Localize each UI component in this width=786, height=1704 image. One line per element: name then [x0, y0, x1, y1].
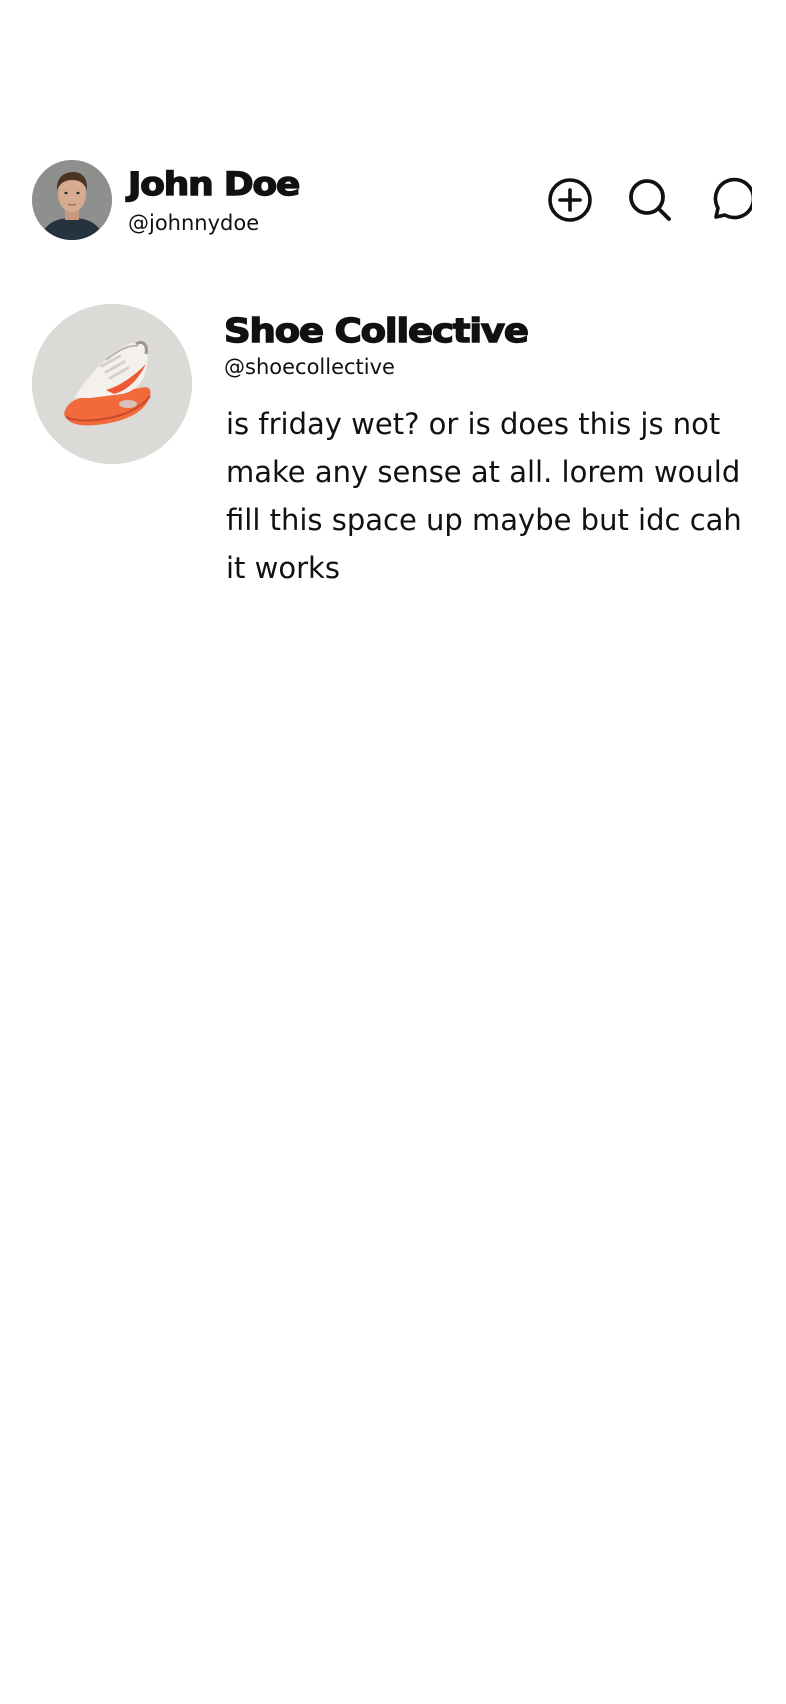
- plus-circle-icon: [548, 178, 592, 222]
- sneaker-photo: [32, 304, 192, 464]
- messages-button[interactable]: [705, 176, 753, 224]
- post-body: is friday wet? or is does this js not ma…: [226, 407, 742, 585]
- post-card[interactable]: Shoe Collective @shoecollective is frida…: [32, 304, 754, 594]
- post-author-avatar[interactable]: [32, 304, 192, 464]
- search-icon: [629, 179, 671, 221]
- post-author-handle: @shoecollective: [224, 355, 395, 379]
- user-avatar[interactable]: [32, 160, 112, 240]
- user-name[interactable]: John Doe: [127, 164, 301, 204]
- add-post-button[interactable]: [546, 176, 594, 224]
- search-button[interactable]: [626, 176, 674, 224]
- user-handle: @johnnydoe: [128, 211, 260, 235]
- app-header: John Doe @johnnydoe: [32, 160, 754, 240]
- message-bubble-icon: [713, 177, 752, 220]
- avatar-photo: [32, 160, 112, 240]
- post-author-name[interactable]: Shoe Collective: [223, 310, 529, 352]
